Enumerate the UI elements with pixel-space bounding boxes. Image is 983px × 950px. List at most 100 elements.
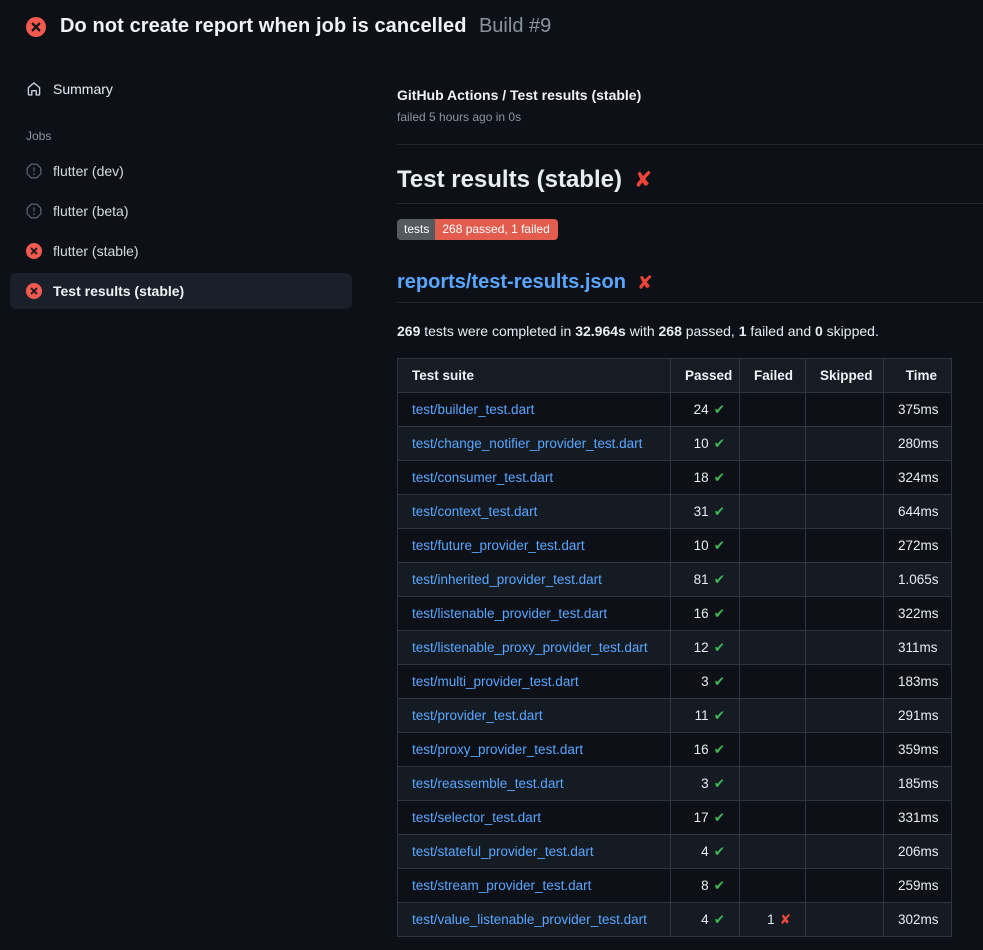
test-suite-link[interactable]: test/provider_test.dart	[412, 708, 543, 723]
test-suite-link[interactable]: test/value_listenable_provider_test.dart	[412, 912, 647, 927]
count-value: 3	[701, 674, 709, 689]
failed-cell	[740, 563, 806, 597]
check-icon: ✔	[714, 402, 725, 418]
sidebar-item-test-results-stable[interactable]: Test results (stable)	[10, 273, 352, 309]
divider	[397, 144, 983, 145]
test-suite-link[interactable]: test/change_notifier_provider_test.dart	[412, 436, 642, 451]
time-cell: 206ms	[884, 835, 952, 869]
test-suite-link[interactable]: test/stream_provider_test.dart	[412, 878, 591, 893]
table-row: test/selector_test.dart17✔331ms	[398, 801, 952, 835]
test-suite-link[interactable]: test/inherited_provider_test.dart	[412, 572, 602, 587]
count-value: 18	[694, 470, 709, 485]
section-title-text: Test results (stable)	[397, 166, 622, 194]
failed-cell	[740, 597, 806, 631]
passed-cell: 11✔	[671, 699, 740, 733]
table-row: test/stateful_provider_test.dart4✔206ms	[398, 835, 952, 869]
stop-icon	[26, 203, 42, 219]
sidebar-item-label: Summary	[53, 81, 113, 97]
table-row: test/consumer_test.dart18✔324ms	[398, 461, 952, 495]
check-icon: ✔	[714, 912, 725, 928]
summary-text: 1	[739, 323, 747, 339]
test-suite-cell: test/provider_test.dart	[398, 699, 671, 733]
sidebar-item-summary[interactable]: Summary	[10, 71, 352, 107]
test-suite-link[interactable]: test/proxy_provider_test.dart	[412, 742, 583, 757]
check-icon: ✔	[714, 606, 725, 622]
time-cell: 272ms	[884, 529, 952, 563]
column-header-time: Time	[884, 359, 952, 393]
count-value: 10	[694, 436, 709, 451]
passed-cell: 4✔	[671, 903, 740, 937]
failed-cell	[740, 869, 806, 903]
passed-cell: 81✔	[671, 563, 740, 597]
test-suite-link[interactable]: test/selector_test.dart	[412, 810, 541, 825]
sidebar-item-flutter-beta[interactable]: flutter (beta)	[10, 193, 352, 229]
test-suite-link[interactable]: test/consumer_test.dart	[412, 470, 553, 485]
count-value: 81	[694, 572, 709, 587]
column-header-test-suite: Test suite	[398, 359, 671, 393]
test-suite-link[interactable]: test/reassemble_test.dart	[412, 776, 564, 791]
table-row: test/inherited_provider_test.dart81✔1.06…	[398, 563, 952, 597]
test-suite-link[interactable]: test/future_provider_test.dart	[412, 538, 585, 553]
summary-text: tests were completed in	[420, 323, 575, 339]
time-cell: 322ms	[884, 597, 952, 631]
test-suite-link[interactable]: test/builder_test.dart	[412, 402, 534, 417]
time-cell: 291ms	[884, 699, 952, 733]
test-suite-cell: test/listenable_proxy_provider_test.dart	[398, 631, 671, 665]
skipped-cell	[806, 495, 884, 529]
test-suite-link[interactable]: test/context_test.dart	[412, 504, 537, 519]
failed-cell	[740, 393, 806, 427]
report-title: reports/test-results.json ✘	[397, 271, 983, 303]
sidebar-item-flutter-dev[interactable]: flutter (dev)	[10, 153, 352, 189]
x-circle-icon	[26, 17, 46, 37]
report-file-link[interactable]: reports/test-results.json	[397, 271, 626, 294]
check-icon: ✔	[714, 844, 725, 860]
passed-cell: 16✔	[671, 597, 740, 631]
test-results-table: Test suitePassedFailedSkippedTime test/b…	[397, 358, 952, 937]
check-icon: ✔	[714, 504, 725, 520]
test-suite-link[interactable]: test/stateful_provider_test.dart	[412, 844, 594, 859]
passed-cell: 17✔	[671, 801, 740, 835]
test-suite-cell: test/stateful_provider_test.dart	[398, 835, 671, 869]
count-value: 16	[694, 742, 709, 757]
sidebar-item-label: flutter (beta)	[53, 203, 128, 219]
main-panel: GitHub Actions / Test results (stable) f…	[397, 51, 983, 937]
failed-cell	[740, 631, 806, 665]
test-suite-cell: test/stream_provider_test.dart	[398, 869, 671, 903]
breadcrumb: GitHub Actions / Test results (stable)	[397, 87, 983, 103]
check-run-page: Do not create report when job is cancell…	[0, 0, 983, 950]
table-row: test/change_notifier_provider_test.dart 1…	[398, 427, 952, 461]
passed-cell: 16✔	[671, 733, 740, 767]
test-suite-cell: test/change_notifier_provider_test.dart	[398, 427, 671, 461]
summary-text: failed and	[747, 323, 816, 339]
time-cell: 375ms	[884, 393, 952, 427]
skipped-cell	[806, 869, 884, 903]
table-row: test/future_provider_test.dart10✔272ms	[398, 529, 952, 563]
test-suite-link[interactable]: test/multi_provider_test.dart	[412, 674, 579, 689]
test-suite-cell: test/context_test.dart	[398, 495, 671, 529]
failed-cell	[740, 495, 806, 529]
page-title: Do not create report when job is cancell…	[60, 15, 467, 37]
count-value: 4	[701, 912, 709, 927]
test-suite-cell: test/listenable_provider_test.dart	[398, 597, 671, 631]
sidebar: Summary Jobs flutter (dev) flutter (beta…	[0, 51, 397, 313]
skipped-cell	[806, 767, 884, 801]
stop-icon	[26, 163, 42, 179]
summary-text: passed,	[682, 323, 739, 339]
sidebar-item-flutter-stable[interactable]: flutter (stable)	[10, 233, 352, 269]
test-suite-link[interactable]: test/listenable_provider_test.dart	[412, 606, 607, 621]
time-cell: 259ms	[884, 869, 952, 903]
summary-text: 0	[815, 323, 823, 339]
summary-text: 268	[659, 323, 682, 339]
table-row: test/listenable_proxy_provider_test.dart…	[398, 631, 952, 665]
skipped-cell	[806, 393, 884, 427]
failed-cell	[740, 665, 806, 699]
run-status-line: failed 5 hours ago in 0s	[397, 110, 983, 124]
x-circle-icon	[26, 283, 42, 299]
skipped-cell	[806, 699, 884, 733]
failed-cell	[740, 529, 806, 563]
test-suite-link[interactable]: test/listenable_proxy_provider_test.dart	[412, 640, 648, 655]
table-row: test/multi_provider_test.dart3✔183ms	[398, 665, 952, 699]
skipped-cell	[806, 733, 884, 767]
tests-badge-value: 268 passed, 1 failed	[435, 219, 557, 240]
column-header-skipped: Skipped	[806, 359, 884, 393]
